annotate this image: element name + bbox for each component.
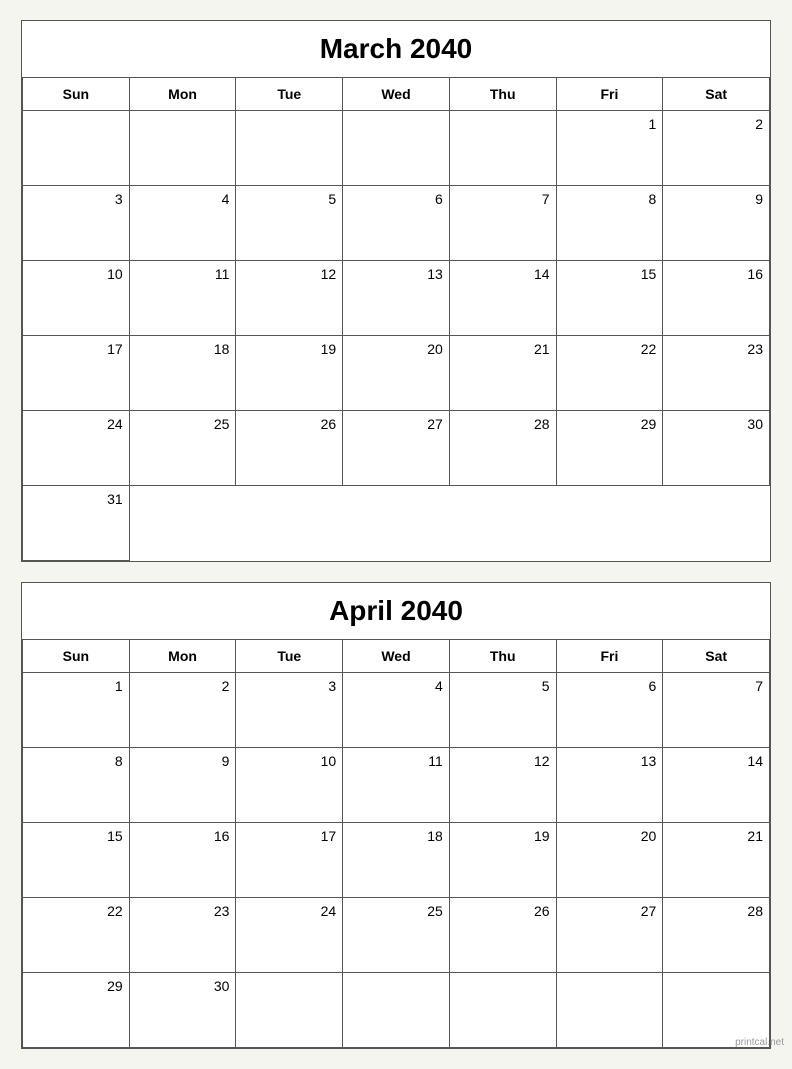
- day-header-5: Fri: [557, 78, 664, 111]
- day-cell-4-2: [236, 973, 343, 1048]
- day-cell-1-5: 9: [663, 186, 770, 261]
- day-cell-4-4: 29: [557, 411, 664, 486]
- day-cell-1-0: 8: [23, 748, 130, 823]
- day-header-5: Fri: [557, 640, 664, 673]
- day-cell-4-0: 29: [23, 973, 130, 1048]
- day-header-4: Thu: [450, 78, 557, 111]
- day-cell-1-6: 14: [663, 748, 770, 823]
- day-cell-1-3: 11: [343, 748, 450, 823]
- day-header-2: Tue: [236, 640, 343, 673]
- day-cell-2-3: 18: [343, 823, 450, 898]
- day-cell-1-2: 10: [236, 748, 343, 823]
- day-cell-4-1: 26: [236, 411, 343, 486]
- day-header-0: Sun: [23, 640, 130, 673]
- day-header-2: Tue: [236, 78, 343, 111]
- day-cell-2-5: 16: [663, 261, 770, 336]
- calendar-title-0: March 2040: [22, 21, 770, 78]
- day-cell-0-2: 3: [236, 673, 343, 748]
- day-cell-3-4: 22: [557, 336, 664, 411]
- day-cell-4-0: 25: [130, 411, 237, 486]
- day-cell-4-2: 27: [343, 411, 450, 486]
- day-cell-2-6: 17: [23, 336, 130, 411]
- watermark: printcal.net: [735, 1037, 784, 1048]
- day-cell-0-1: 2: [130, 673, 237, 748]
- day-cell-2-4: 19: [450, 823, 557, 898]
- day-cell-0-6: 7: [663, 673, 770, 748]
- calendar-title-1: April 2040: [22, 583, 770, 640]
- day-cell-3-6: 28: [663, 898, 770, 973]
- day-cell-4-3: [343, 973, 450, 1048]
- day-cell-2-1: 16: [130, 823, 237, 898]
- day-cell-0-3: [343, 111, 450, 186]
- day-cell-1-0: 4: [130, 186, 237, 261]
- day-header-4: Thu: [450, 640, 557, 673]
- day-cell-3-0: 18: [130, 336, 237, 411]
- day-cell-4-1: 30: [130, 973, 237, 1048]
- day-cell-2-5: 20: [557, 823, 664, 898]
- day-header-6: Sat: [663, 78, 770, 111]
- day-header-0: Sun: [23, 78, 130, 111]
- day-cell-0-5: 6: [557, 673, 664, 748]
- day-cell-4-5: [557, 973, 664, 1048]
- day-cell-1-1: 5: [236, 186, 343, 261]
- day-cell-3-3: 21: [450, 336, 557, 411]
- day-header-3: Wed: [343, 78, 450, 111]
- day-cell-1-4: 8: [557, 186, 664, 261]
- day-cell-0-0: 1: [23, 673, 130, 748]
- day-cell-2-2: 17: [236, 823, 343, 898]
- day-cell-0-0: [23, 111, 130, 186]
- day-cell-4-4: [450, 973, 557, 1048]
- day-cell-0-4: [450, 111, 557, 186]
- day-cell-3-1: 23: [130, 898, 237, 973]
- day-cell-2-1: 12: [236, 261, 343, 336]
- day-cell-3-2: 24: [236, 898, 343, 973]
- day-header-1: Mon: [130, 640, 237, 673]
- day-cell-2-2: 13: [343, 261, 450, 336]
- day-cell-1-2: 6: [343, 186, 450, 261]
- day-cell-1-6: 10: [23, 261, 130, 336]
- calendar-0: March 2040SunMonTueWedThuFriSat123456789…: [21, 20, 771, 562]
- day-cell-0-5: 1: [557, 111, 664, 186]
- day-cell-0-1: [130, 111, 237, 186]
- day-cell-4-6: 31: [23, 486, 130, 561]
- day-cell-4-3: 28: [450, 411, 557, 486]
- day-cell-0-4: 5: [450, 673, 557, 748]
- day-cell-3-3: 25: [343, 898, 450, 973]
- day-cell-3-2: 20: [343, 336, 450, 411]
- day-cell-0-7: 3: [23, 186, 130, 261]
- day-cell-2-0: 15: [23, 823, 130, 898]
- day-cell-4-5: 30: [663, 411, 770, 486]
- day-cell-3-5: 23: [663, 336, 770, 411]
- day-cell-0-6: 2: [663, 111, 770, 186]
- day-cell-1-3: 7: [450, 186, 557, 261]
- day-cell-1-1: 9: [130, 748, 237, 823]
- calendar-1: April 2040SunMonTueWedThuFriSat123456789…: [21, 582, 771, 1049]
- day-cell-2-0: 11: [130, 261, 237, 336]
- day-cell-3-1: 19: [236, 336, 343, 411]
- day-cell-1-5: 13: [557, 748, 664, 823]
- day-cell-0-2: [236, 111, 343, 186]
- day-header-3: Wed: [343, 640, 450, 673]
- day-cell-3-5: 27: [557, 898, 664, 973]
- day-cell-3-6: 24: [23, 411, 130, 486]
- day-cell-3-4: 26: [450, 898, 557, 973]
- day-cell-0-3: 4: [343, 673, 450, 748]
- day-header-1: Mon: [130, 78, 237, 111]
- day-cell-1-4: 12: [450, 748, 557, 823]
- day-cell-2-6: 21: [663, 823, 770, 898]
- day-cell-2-3: 14: [450, 261, 557, 336]
- day-cell-3-0: 22: [23, 898, 130, 973]
- day-cell-2-4: 15: [557, 261, 664, 336]
- day-header-6: Sat: [663, 640, 770, 673]
